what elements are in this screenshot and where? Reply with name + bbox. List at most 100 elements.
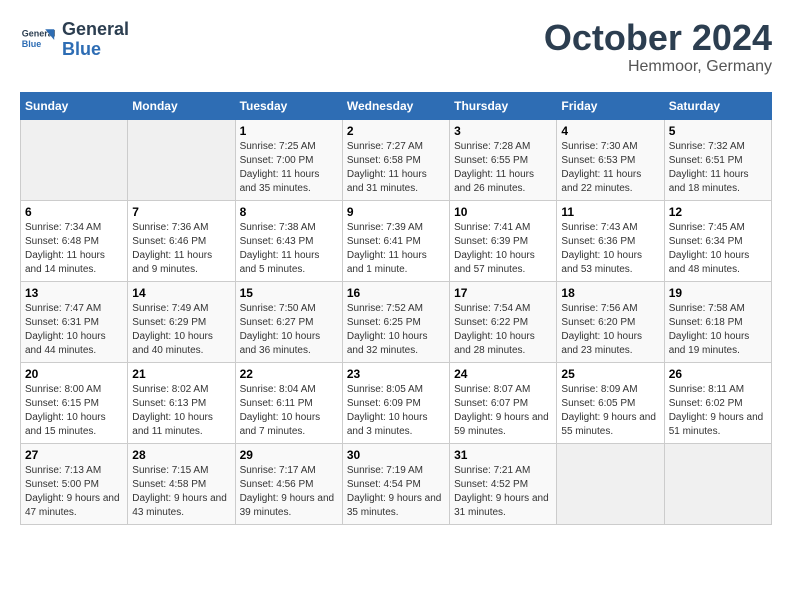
calendar-row-1: 6Sunrise: 7:34 AMSunset: 6:48 PMDaylight… [21, 201, 772, 282]
day-info: Sunrise: 8:02 AMSunset: 6:13 PMDaylight:… [132, 383, 230, 439]
calendar-cell [128, 120, 235, 201]
day-info: Sunrise: 7:36 AMSunset: 6:46 PMDaylight:… [132, 221, 230, 277]
calendar-cell: 23 Sunrise: 8:05 AMSunset: 6:09 PMDayligh… [342, 363, 449, 444]
calendar-cell: 2 Sunrise: 7:27 AMSunset: 6:58 PMDaylight… [342, 120, 449, 201]
calendar-cell: 8Sunrise: 7:38 AMSunset: 6:43 PMDaylight… [235, 201, 342, 282]
day-number: 26 [669, 367, 767, 381]
calendar-cell: 4 Sunrise: 7:30 AMSunset: 6:53 PMDaylight… [557, 120, 664, 201]
weekday-row: SundayMondayTuesdayWednesdayThursdayFrid… [21, 93, 772, 120]
weekday-header-saturday: Saturday [664, 93, 771, 120]
day-number: 21 [132, 367, 230, 381]
calendar-cell: 17 Sunrise: 7:54 AMSunset: 6:22 PMDayligh… [450, 282, 557, 363]
day-info: Sunrise: 7:27 AMSunset: 6:58 PMDaylight:… [347, 140, 445, 196]
day-info: Sunrise: 7:50 AMSunset: 6:27 PMDaylight:… [240, 302, 338, 358]
title-block: October 2024 Hemmoor, Germany [544, 20, 772, 76]
calendar-cell [557, 444, 664, 525]
day-number: 1 [240, 124, 338, 138]
calendar-cell: 19Sunrise: 7:58 AMSunset: 6:18 PMDayligh… [664, 282, 771, 363]
calendar-cell: 30 Sunrise: 7:19 AMSunset: 4:54 PMDayligh… [342, 444, 449, 525]
day-info: Sunrise: 8:05 AMSunset: 6:09 PMDaylight:… [347, 383, 445, 439]
day-number: 31 [454, 448, 552, 462]
weekday-header-tuesday: Tuesday [235, 93, 342, 120]
day-info: Sunrise: 7:41 AMSunset: 6:39 PMDaylight:… [454, 221, 552, 277]
day-info: Sunrise: 7:52 AMSunset: 6:25 PMDaylight:… [347, 302, 445, 358]
calendar-cell: 27 Sunrise: 7:13 AMSunset: 5:00 PMDayligh… [21, 444, 128, 525]
weekday-header-wednesday: Wednesday [342, 93, 449, 120]
calendar-cell: 25Sunrise: 8:09 AMSunset: 6:05 PMDayligh… [557, 363, 664, 444]
calendar-cell: 16 Sunrise: 7:52 AMSunset: 6:25 PMDayligh… [342, 282, 449, 363]
day-number: 11 [561, 205, 659, 219]
calendar-cell: 18Sunrise: 7:56 AMSunset: 6:20 PMDayligh… [557, 282, 664, 363]
day-info: Sunrise: 8:11 AMSunset: 6:02 PMDaylight:… [669, 383, 767, 439]
calendar-cell [664, 444, 771, 525]
day-info: Sunrise: 7:38 AMSunset: 6:43 PMDaylight:… [240, 221, 338, 277]
calendar-cell: 12 Sunrise: 7:45 AMSunset: 6:34 PMDayligh… [664, 201, 771, 282]
svg-text:Blue: Blue [22, 39, 42, 49]
calendar-cell: 24 Sunrise: 8:07 AMSunset: 6:07 PMDayligh… [450, 363, 557, 444]
day-info: Sunrise: 7:56 AMSunset: 6:20 PMDaylight:… [561, 302, 659, 358]
day-info: Sunrise: 7:25 AMSunset: 7:00 PMDaylight:… [240, 140, 338, 196]
day-info: Sunrise: 7:17 AMSunset: 4:56 PMDaylight:… [240, 464, 338, 520]
day-number: 13 [25, 286, 123, 300]
day-info: Sunrise: 7:58 AMSunset: 6:18 PMDaylight:… [669, 302, 767, 358]
day-number: 2 [347, 124, 445, 138]
day-number: 5 [669, 124, 767, 138]
calendar-header: SundayMondayTuesdayWednesdayThursdayFrid… [21, 93, 772, 120]
day-number: 30 [347, 448, 445, 462]
calendar-cell: 1 Sunrise: 7:25 AMSunset: 7:00 PMDaylight… [235, 120, 342, 201]
day-info: Sunrise: 7:21 AMSunset: 4:52 PMDaylight:… [454, 464, 552, 520]
calendar-body: 1 Sunrise: 7:25 AMSunset: 7:00 PMDaylight… [21, 120, 772, 525]
calendar-cell: 9Sunrise: 7:39 AMSunset: 6:41 PMDaylight… [342, 201, 449, 282]
day-info: Sunrise: 7:39 AMSunset: 6:41 PMDaylight:… [347, 221, 445, 277]
calendar-cell: 26 Sunrise: 8:11 AMSunset: 6:02 PMDayligh… [664, 363, 771, 444]
day-info: Sunrise: 7:15 AMSunset: 4:58 PMDaylight:… [132, 464, 230, 520]
day-info: Sunrise: 8:09 AMSunset: 6:05 PMDaylight:… [561, 383, 659, 439]
day-number: 28 [132, 448, 230, 462]
day-number: 23 [347, 367, 445, 381]
calendar-cell: 7Sunrise: 7:36 AMSunset: 6:46 PMDaylight… [128, 201, 235, 282]
day-number: 15 [240, 286, 338, 300]
day-number: 6 [25, 205, 123, 219]
day-info: Sunrise: 8:07 AMSunset: 6:07 PMDaylight:… [454, 383, 552, 439]
day-info: Sunrise: 7:28 AMSunset: 6:55 PMDaylight:… [454, 140, 552, 196]
day-info: Sunrise: 7:13 AMSunset: 5:00 PMDaylight:… [25, 464, 123, 520]
logo: General Blue General Blue [20, 20, 129, 60]
weekday-header-friday: Friday [557, 93, 664, 120]
calendar-cell: 22Sunrise: 8:04 AMSunset: 6:11 PMDayligh… [235, 363, 342, 444]
calendar-cell: 14 Sunrise: 7:49 AMSunset: 6:29 PMDayligh… [128, 282, 235, 363]
day-info: Sunrise: 7:19 AMSunset: 4:54 PMDaylight:… [347, 464, 445, 520]
day-number: 12 [669, 205, 767, 219]
day-number: 3 [454, 124, 552, 138]
month-title: October 2024 [544, 20, 772, 56]
weekday-header-thursday: Thursday [450, 93, 557, 120]
day-number: 16 [347, 286, 445, 300]
day-number: 24 [454, 367, 552, 381]
day-info: Sunrise: 7:43 AMSunset: 6:36 PMDaylight:… [561, 221, 659, 277]
calendar-cell: 29Sunrise: 7:17 AMSunset: 4:56 PMDayligh… [235, 444, 342, 525]
day-number: 14 [132, 286, 230, 300]
calendar-cell: 6Sunrise: 7:34 AMSunset: 6:48 PMDaylight… [21, 201, 128, 282]
weekday-header-sunday: Sunday [21, 93, 128, 120]
day-number: 20 [25, 367, 123, 381]
calendar-row-3: 20 Sunrise: 8:00 AMSunset: 6:15 PMDayligh… [21, 363, 772, 444]
calendar-cell [21, 120, 128, 201]
day-info: Sunrise: 8:00 AMSunset: 6:15 PMDaylight:… [25, 383, 123, 439]
day-info: Sunrise: 7:45 AMSunset: 6:34 PMDaylight:… [669, 221, 767, 277]
calendar-row-4: 27 Sunrise: 7:13 AMSunset: 5:00 PMDayligh… [21, 444, 772, 525]
day-info: Sunrise: 7:49 AMSunset: 6:29 PMDaylight:… [132, 302, 230, 358]
day-info: Sunrise: 7:54 AMSunset: 6:22 PMDaylight:… [454, 302, 552, 358]
day-number: 17 [454, 286, 552, 300]
day-info: Sunrise: 7:30 AMSunset: 6:53 PMDaylight:… [561, 140, 659, 196]
calendar-cell: 15 Sunrise: 7:50 AMSunset: 6:27 PMDayligh… [235, 282, 342, 363]
day-number: 4 [561, 124, 659, 138]
calendar-cell: 28 Sunrise: 7:15 AMSunset: 4:58 PMDayligh… [128, 444, 235, 525]
calendar-row-0: 1 Sunrise: 7:25 AMSunset: 7:00 PMDaylight… [21, 120, 772, 201]
calendar-cell: 11 Sunrise: 7:43 AMSunset: 6:36 PMDayligh… [557, 201, 664, 282]
calendar-cell: 20 Sunrise: 8:00 AMSunset: 6:15 PMDayligh… [21, 363, 128, 444]
calendar-cell: 21 Sunrise: 8:02 AMSunset: 6:13 PMDayligh… [128, 363, 235, 444]
day-number: 27 [25, 448, 123, 462]
calendar-cell: 13Sunrise: 7:47 AMSunset: 6:31 PMDayligh… [21, 282, 128, 363]
calendar-row-2: 13Sunrise: 7:47 AMSunset: 6:31 PMDayligh… [21, 282, 772, 363]
calendar-table: SundayMondayTuesdayWednesdayThursdayFrid… [20, 92, 772, 525]
logo-icon: General Blue [20, 22, 56, 58]
